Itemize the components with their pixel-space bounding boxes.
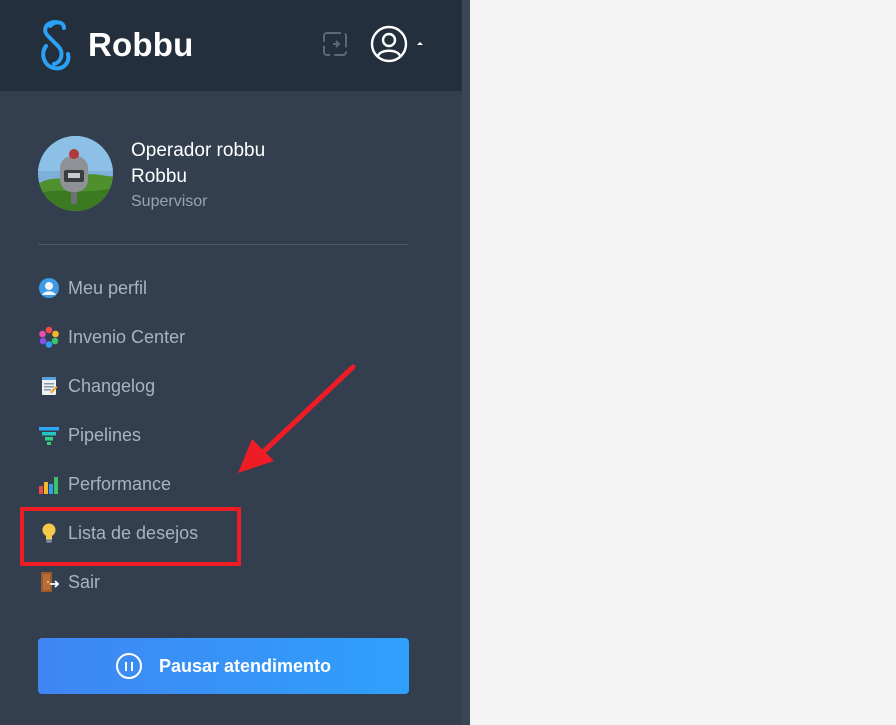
divider (38, 244, 409, 245)
menu-item-label: Changelog (68, 375, 156, 396)
pause-button-label: Pausar atendimento (158, 655, 332, 676)
user-role: Supervisor (131, 193, 208, 210)
avatar[interactable] (38, 136, 113, 211)
menu-item-label: Invenio Center (68, 326, 186, 347)
pause-service-button[interactable]: Pausar atendimento (38, 638, 409, 694)
menu-item-sair[interactable]: Sair (38, 567, 100, 597)
bar-chart-icon (39, 477, 58, 494)
pause-icon (115, 653, 142, 679)
menu-item-pipelines[interactable]: Pipelines (38, 420, 141, 450)
profile-icon (39, 278, 59, 298)
menu-item-invenio-center[interactable]: Invenio Center (38, 322, 185, 352)
caret-up-icon[interactable] (417, 42, 423, 45)
invenio-icon (39, 326, 59, 348)
sidebar-header: Robbu (0, 0, 462, 91)
user-name: Operador robbu (131, 140, 266, 161)
menu-item-label: Meu perfil (68, 277, 148, 298)
funnel-icon (39, 427, 59, 445)
menu-item-changelog[interactable]: Changelog (38, 371, 155, 401)
menu-item-label: Performance (68, 473, 172, 494)
changelog-icon (42, 377, 58, 395)
brand-name: Robbu (88, 26, 194, 63)
logout-icon[interactable] (321, 30, 349, 58)
sidebar-edge (462, 0, 470, 725)
menu-item-label: Pipelines (68, 424, 142, 445)
menu-item-performance[interactable]: Performance (38, 469, 171, 499)
annotation-arrow-icon (238, 364, 356, 473)
menu-item-label: Sair (68, 571, 101, 592)
user-circle-icon[interactable] (370, 25, 408, 63)
annotation-highlight-box (20, 507, 241, 566)
exit-door-icon (41, 572, 60, 592)
menu-item-meu-perfil[interactable]: Meu perfil (38, 273, 147, 303)
robbu-logo-icon (41, 20, 71, 71)
user-company: Robbu (131, 166, 187, 187)
